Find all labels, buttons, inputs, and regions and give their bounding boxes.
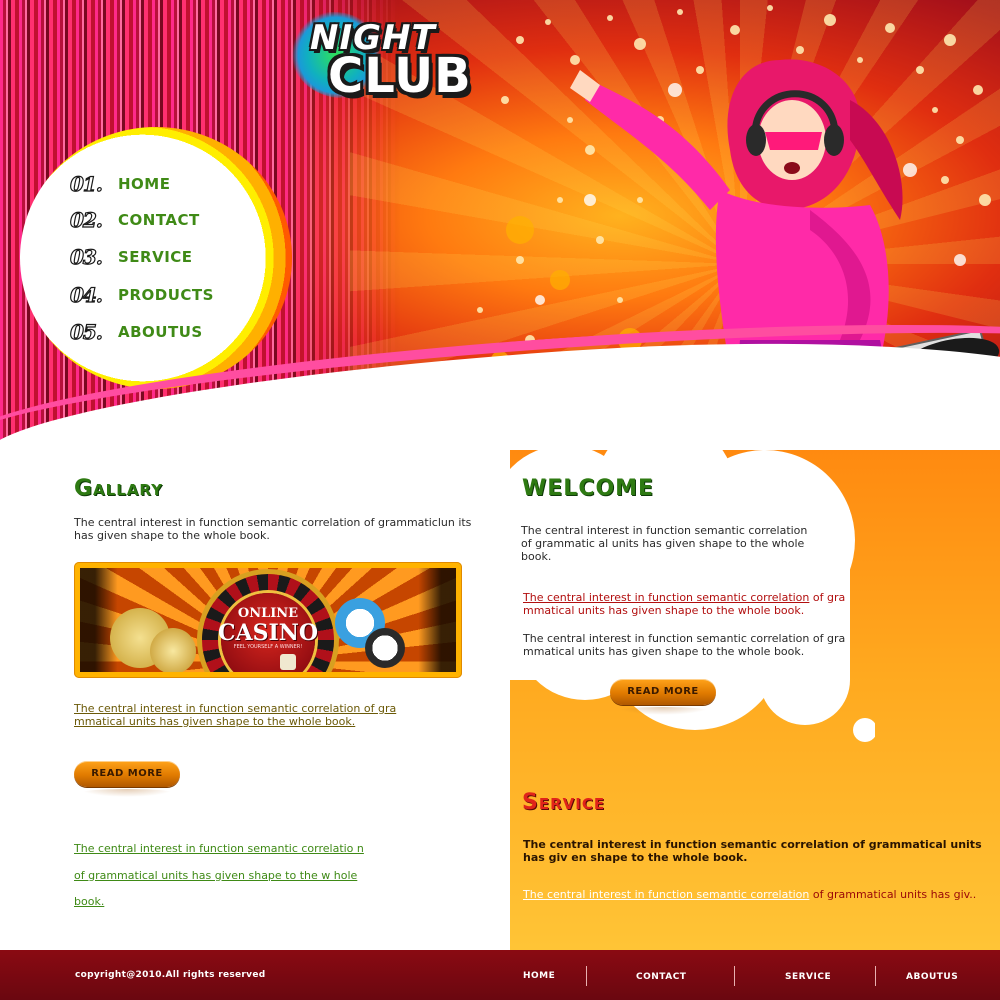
gallary-description: The central interest in function semanti… — [74, 516, 472, 542]
site-logo[interactable]: NIGHT CLUB — [290, 8, 500, 108]
logo-line2: CLUB — [328, 48, 472, 104]
nav-number: 02. — [69, 207, 103, 232]
nav-label: CONTACT — [118, 211, 200, 229]
nav-item-service[interactable]: 03. SERVICE — [69, 244, 193, 269]
nav-label: HOME — [118, 175, 171, 193]
footer-nav-home[interactable]: HOME — [523, 971, 555, 981]
nav-number: 01. — [69, 171, 103, 196]
nav-number: 05. — [69, 319, 103, 344]
service-link[interactable]: The central interest in function semanti… — [523, 888, 809, 901]
nav-item-products[interactable]: 04. PRODUCTS — [69, 282, 214, 307]
nav-label: PRODUCTS — [118, 286, 214, 304]
nav-item-home[interactable]: 01. HOME — [69, 171, 171, 196]
copyright-text: copyright@2010.All rights reserved — [75, 970, 266, 980]
footer-nav-contact[interactable]: CONTACT — [636, 972, 686, 982]
footer-divider — [875, 966, 876, 986]
gallary-title: Gallary — [74, 476, 163, 501]
footer-divider — [734, 966, 735, 986]
service-text: The central interest in function semanti… — [523, 888, 998, 901]
nav-item-aboutus[interactable]: 05. ABOUTUS — [69, 319, 203, 344]
welcome-description: The central interest in function semanti… — [521, 524, 808, 563]
casino-banner-image: ONLINE CASINO FEEL YOURSELF A WINNER! — [80, 568, 456, 672]
footer-divider — [586, 966, 587, 986]
nav-number: 04. — [69, 282, 103, 307]
footer-nav-aboutus[interactable]: ABOUTUS — [906, 972, 958, 982]
service-rest: of grammatical units has giv.. — [809, 888, 977, 901]
gallary-read-more-button[interactable]: READ MORE — [74, 761, 180, 797]
banner-tagline: FEEL YOURSELF A WINNER! — [233, 644, 303, 650]
casino-banner[interactable]: ONLINE CASINO FEEL YOURSELF A WINNER! — [74, 562, 462, 678]
service-description: The central interest in function semanti… — [523, 838, 982, 864]
welcome-description-2: The central interest in function semanti… — [523, 632, 846, 658]
service-title: Service — [522, 790, 606, 815]
gallary-link[interactable]: The central interest in function semanti… — [74, 702, 434, 728]
nav-label: ABOUTUS — [118, 323, 203, 341]
banner-casino-text: CASINO — [217, 620, 319, 646]
welcome-read-more-button[interactable]: READ MORE — [610, 679, 716, 715]
footer-nav-service[interactable]: SERVICE — [785, 972, 831, 982]
welcome-red-text: The central interest in function semanti… — [523, 591, 868, 617]
coin-icon — [150, 628, 196, 672]
welcome-title: WELCOME — [522, 476, 655, 501]
gallary-link-2[interactable]: The central interest in function semanti… — [74, 836, 374, 916]
nav-label: SERVICE — [118, 248, 193, 266]
chip-icon — [365, 628, 405, 668]
nav-item-contact[interactable]: 02. CONTACT — [69, 207, 200, 232]
dice-icon — [280, 654, 296, 670]
banner-online-text: ONLINE — [237, 606, 299, 621]
nav-number: 03. — [69, 244, 103, 269]
welcome-link[interactable]: The central interest in function semanti… — [523, 591, 809, 604]
